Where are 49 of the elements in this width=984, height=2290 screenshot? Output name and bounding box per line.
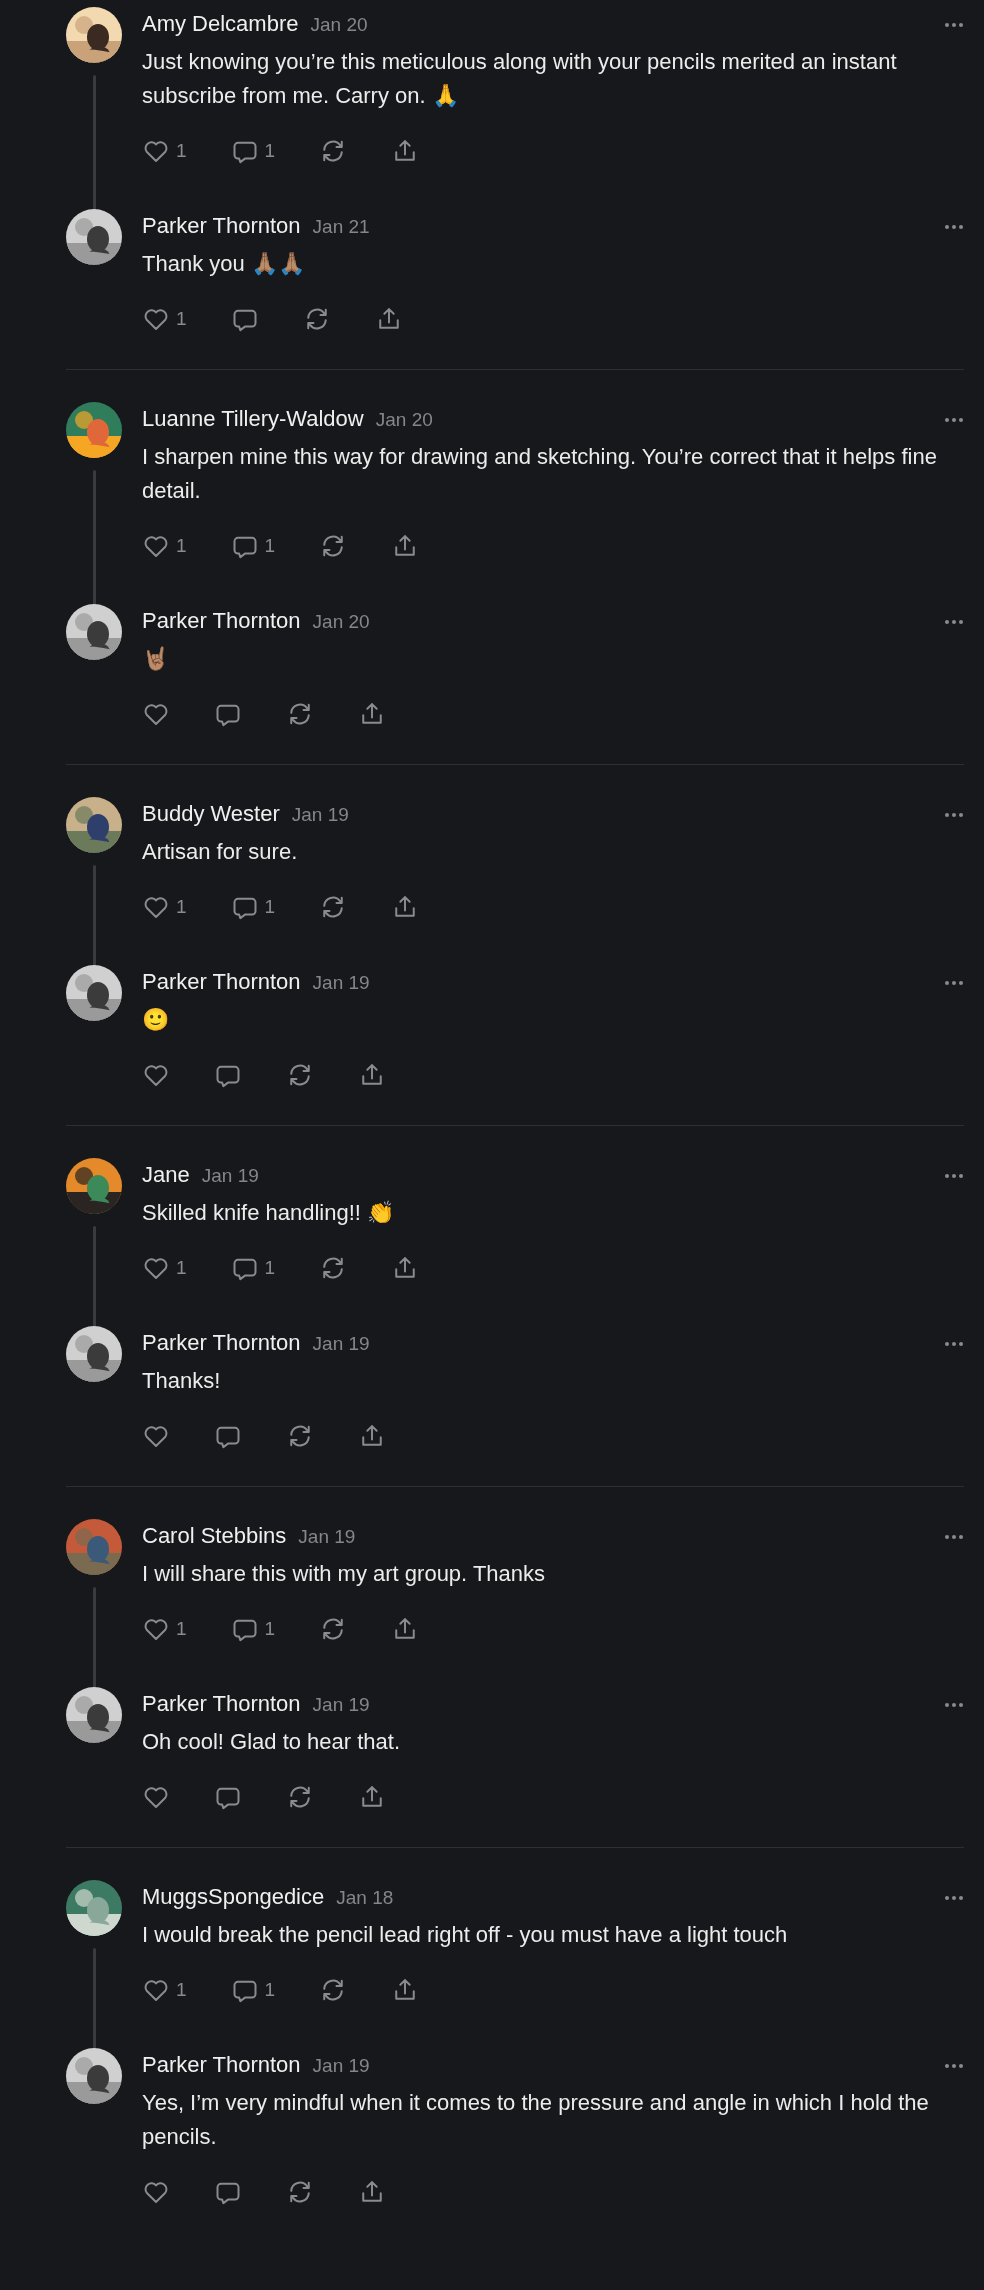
author-name[interactable]: Carol Stebbins [142, 1523, 287, 1549]
comment-text: 🙂 [142, 1006, 170, 1034]
like-button[interactable]: 1 [142, 305, 187, 333]
like-button[interactable]: 1 [142, 532, 187, 560]
comment-date: Jan 20 [312, 611, 370, 633]
comment-text: I will share this with my art group. Thanks [142, 1560, 547, 1588]
comment-date: Jan 19 [298, 1526, 356, 1548]
comment-date: Jan 19 [312, 1694, 370, 1716]
comment-text: Just knowing you’re this meticulous along with your pencils merited an instant subscribe from me. Carry on. 🙏 [142, 48, 898, 110]
author-name[interactable]: Parker Thornton [142, 1691, 301, 1717]
comment-text: Skilled knife handling!! 👏 [142, 1199, 396, 1227]
author-name[interactable]: Jane [142, 1162, 190, 1188]
like-button[interactable]: 1 [142, 1254, 187, 1282]
author-name[interactable]: Parker Thornton [142, 1330, 301, 1356]
comment-date: Jan 18 [336, 1887, 394, 1909]
reply-button[interactable]: 1 [230, 532, 276, 560]
author-name[interactable]: Buddy Wester [142, 801, 280, 827]
comment-date: Jan 20 [310, 14, 368, 36]
comment-text: 🤘🏽 [142, 645, 170, 673]
reply-button[interactable]: 1 [230, 137, 276, 165]
author-name[interactable]: Parker Thornton [142, 969, 301, 995]
comment-text: Thanks! [142, 1367, 222, 1395]
author-name[interactable]: MuggsSpongedice [142, 1884, 325, 1910]
comment-date: Jan 19 [312, 1333, 370, 1355]
comment-date: Jan 19 [312, 972, 370, 994]
like-button[interactable]: 1 [142, 137, 187, 165]
comment-text: Thank you 🙏🏽🙏🏽 [142, 250, 306, 278]
reply-button[interactable]: 1 [230, 1615, 276, 1643]
comment-date: Jan 19 [201, 1165, 259, 1187]
author-name[interactable]: Parker Thornton [142, 2052, 301, 2078]
reply-button[interactable]: 1 [230, 1254, 276, 1282]
reply-button[interactable]: 1 [230, 893, 276, 921]
comment-text: Yes, I’m very mindful when it comes to the pressure and angle in which I hold the pencils. [142, 2089, 930, 2151]
comment-date: Jan 21 [312, 216, 370, 238]
author-name[interactable]: Parker Thornton [142, 608, 301, 634]
like-button[interactable]: 1 [142, 1615, 187, 1643]
comment-date: Jan 20 [375, 409, 433, 431]
comment-text: Oh cool! Glad to hear that. [142, 1728, 402, 1756]
author-name[interactable]: Luanne Tillery-Waldow [142, 406, 364, 432]
comment-date: Jan 19 [312, 2055, 370, 2077]
author-name[interactable]: Amy Delcambre [142, 11, 299, 37]
comment-text: Artisan for sure. [142, 838, 299, 866]
comment-text: I would break the pencil lead right off - you must have a light touch [142, 1921, 789, 1949]
comment-date: Jan 19 [291, 804, 349, 826]
comment-text: I sharpen mine this way for drawing and sketching. You’re correct that it helps fine detail. [142, 443, 938, 505]
reply-button[interactable]: 1 [230, 1976, 276, 2004]
author-name[interactable]: Parker Thornton [142, 213, 301, 239]
like-button[interactable]: 1 [142, 893, 187, 921]
like-button[interactable]: 1 [142, 1976, 187, 2004]
